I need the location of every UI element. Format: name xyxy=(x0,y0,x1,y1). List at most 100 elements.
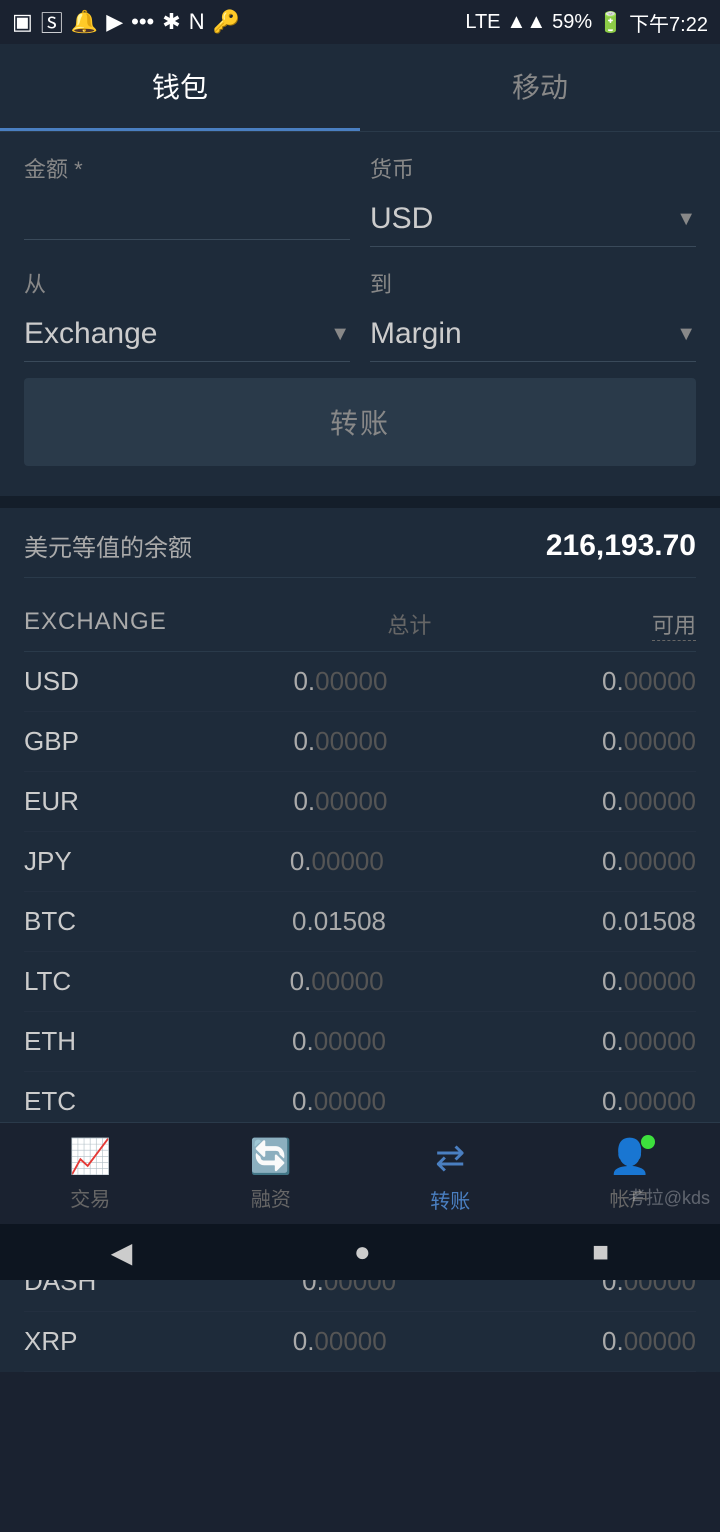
form-area: 金额 * 货币 USD ▼ 从 Exchange ▼ 到 Margin ▼ xyxy=(0,132,720,496)
total-cell: 0.00000 xyxy=(292,1086,386,1117)
nav-transfer[interactable]: ⇄ 转账 xyxy=(430,1137,470,1214)
table-row: EUR 0.00000 0.00000 xyxy=(24,772,696,832)
total-cell: 0.00000 xyxy=(293,726,387,757)
currency-arrow-icon: ▼ xyxy=(676,208,696,231)
available-cell: 0.00000 xyxy=(602,786,696,817)
notification-icon: 🔔 xyxy=(71,9,98,35)
from-group: 从 Exchange ▼ xyxy=(24,267,350,362)
table-row: USD 0.00000 0.00000 xyxy=(24,652,696,712)
currency-cell: JPY xyxy=(24,846,72,877)
table-row: ETH 0.00000 0.00000 xyxy=(24,1012,696,1072)
nav-trade[interactable]: 📈 交易 xyxy=(69,1137,111,1214)
currency-cell: ETC xyxy=(24,1086,76,1117)
from-to-row: 从 Exchange ▼ 到 Margin ▼ xyxy=(24,267,696,362)
from-arrow-icon: ▼ xyxy=(330,323,350,346)
watermark: 考拉@kds xyxy=(628,1184,710,1210)
from-select[interactable]: Exchange ▼ xyxy=(24,307,350,362)
amount-label: 金额 * xyxy=(24,152,350,184)
nav-trade-label: 交易 xyxy=(70,1183,110,1212)
transfer-btn-wrap: 转账 xyxy=(24,378,696,466)
battery-icon: 🔋 xyxy=(598,10,623,35)
currency-cell: GBP xyxy=(24,726,79,757)
to-arrow-icon: ▼ xyxy=(676,323,696,346)
currency-group: 货币 USD ▼ xyxy=(370,152,696,247)
back-button[interactable]: ◀ xyxy=(111,1236,133,1269)
balance-label: 美元等值的余额 xyxy=(24,528,192,563)
lte-icon: LTE xyxy=(465,11,500,34)
transfer-icon: ⇄ xyxy=(435,1137,465,1179)
table-row: BTC 0.01508 0.01508 xyxy=(24,892,696,952)
to-select[interactable]: Margin ▼ xyxy=(370,307,696,362)
available-cell: 0.00000 xyxy=(602,1326,696,1357)
total-header: 总计 xyxy=(387,608,431,641)
table-row: JPY 0.00000 0.00000 xyxy=(24,832,696,892)
table-row: XRP 0.00000 0.00000 xyxy=(24,1312,696,1372)
currency-cell: USD xyxy=(24,666,79,697)
nav-finance-label: 融资 xyxy=(251,1183,291,1212)
from-label: 从 xyxy=(24,267,350,299)
available-cell: 0.00000 xyxy=(602,966,696,997)
total-cell: 0.00000 xyxy=(292,1026,386,1057)
status-left: ▣ 🅂 🔔 ▶ ••• ✱ N 🔑 xyxy=(12,6,240,38)
available-cell: 0.00000 xyxy=(602,846,696,877)
section-title: EXCHANGE xyxy=(24,608,167,641)
currency-cell: LTC xyxy=(24,966,71,997)
status-right: LTE ▲▲ 59% 🔋 下午7:22 xyxy=(465,8,708,37)
balance-row: 美元等值的余额 216,193.70 xyxy=(24,528,696,578)
balance-section: 美元等值的余额 216,193.70 xyxy=(0,508,720,598)
more-icon: ••• xyxy=(131,9,154,35)
amount-group: 金额 * xyxy=(24,152,350,247)
to-group: 到 Margin ▼ xyxy=(370,267,696,362)
top-tabs: 钱包 移动 xyxy=(0,44,720,132)
tab-wallet[interactable]: 钱包 xyxy=(0,44,360,131)
transfer-button[interactable]: 转账 xyxy=(24,378,696,466)
nav-finance[interactable]: 🔄 融资 xyxy=(250,1137,292,1214)
nav-transfer-label: 转账 xyxy=(430,1185,470,1214)
table-row: GBP 0.00000 0.00000 xyxy=(24,712,696,772)
currency-label: 货币 xyxy=(370,152,696,184)
total-cell: 0.01508 xyxy=(292,906,386,937)
currency-cell: XRP xyxy=(24,1326,77,1357)
total-cell: 0.00000 xyxy=(293,1326,387,1357)
system-nav: ◀ ● ■ xyxy=(0,1224,720,1280)
table-row: LTC 0.00000 0.00000 xyxy=(24,952,696,1012)
to-value: Margin xyxy=(370,317,462,351)
send-icon: ▶ xyxy=(106,9,123,35)
total-cell: 0.00000 xyxy=(290,846,384,877)
trade-icon: 📈 xyxy=(69,1137,111,1177)
home-button[interactable]: ● xyxy=(354,1236,371,1268)
signal-bars: ▲▲ xyxy=(507,11,547,34)
section-divider xyxy=(0,496,720,508)
total-cell: 0.00000 xyxy=(290,966,384,997)
nfc-icon: N xyxy=(189,9,205,35)
total-cell: 0.00000 xyxy=(293,786,387,817)
available-cell: 0.00000 xyxy=(602,1086,696,1117)
account-online-dot xyxy=(641,1135,655,1149)
total-cell: 0.00000 xyxy=(293,666,387,697)
status-bar: ▣ 🅂 🔔 ▶ ••• ✱ N 🔑 LTE ▲▲ 59% 🔋 下午7:22 xyxy=(0,0,720,44)
currency-cell: ETH xyxy=(24,1026,76,1057)
currency-value: USD xyxy=(370,202,433,236)
recent-button[interactable]: ■ xyxy=(592,1236,609,1268)
available-cell: 0.01508 xyxy=(602,906,696,937)
available-cell: 0.00000 xyxy=(602,1026,696,1057)
currency-cell: BTC xyxy=(24,906,76,937)
amount-currency-row: 金额 * 货币 USD ▼ xyxy=(24,152,696,247)
bluetooth-icon: ✱ xyxy=(162,9,180,35)
from-value: Exchange xyxy=(24,317,157,351)
currency-select[interactable]: USD ▼ xyxy=(370,192,696,247)
table-header: EXCHANGE 总计 可用 xyxy=(24,598,696,652)
sim-icon: ▣ xyxy=(12,9,33,35)
to-label: 到 xyxy=(370,267,696,299)
available-cell: 0.00000 xyxy=(602,666,696,697)
available-cell: 0.00000 xyxy=(602,726,696,757)
amount-input[interactable] xyxy=(24,192,350,240)
bottom-nav: 📈 交易 🔄 融资 ⇄ 转账 👤 帐户 xyxy=(0,1122,720,1224)
currency-cell: EUR xyxy=(24,786,79,817)
battery-percent: 59% xyxy=(552,11,592,34)
available-header: 可用 xyxy=(652,608,696,641)
balance-value: 216,193.70 xyxy=(546,529,696,563)
tab-move[interactable]: 移动 xyxy=(360,44,720,131)
finance-icon: 🔄 xyxy=(250,1137,292,1177)
time: 下午7:22 xyxy=(629,8,708,37)
